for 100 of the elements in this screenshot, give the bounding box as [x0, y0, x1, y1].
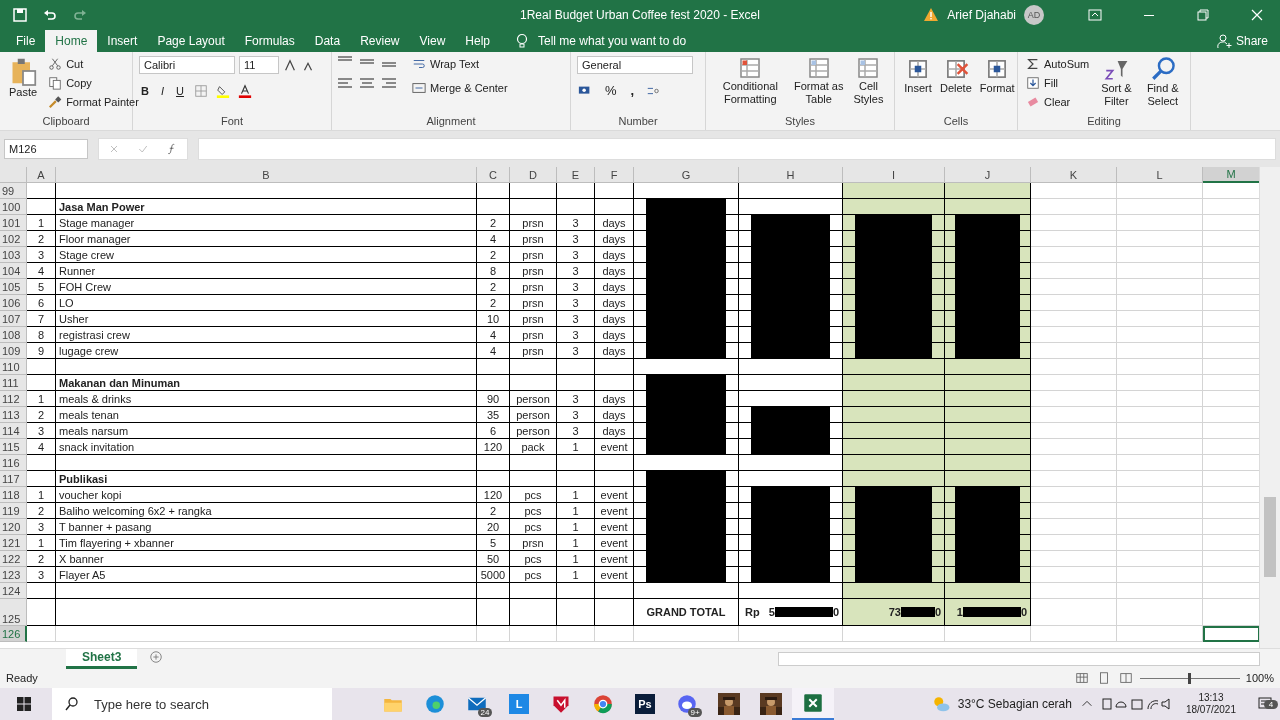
zoom-thumb[interactable] — [1188, 672, 1192, 684]
row-header[interactable]: 126 — [0, 626, 27, 642]
row-header[interactable]: 118 — [0, 487, 27, 503]
column-header[interactable]: A — [27, 167, 56, 183]
column-header[interactable]: D — [510, 167, 557, 183]
ribbon-tab[interactable]: View — [409, 30, 456, 52]
row-header[interactable]: 124 — [0, 583, 27, 599]
wrap-text-button[interactable]: Wrap Text — [410, 56, 510, 72]
row-header[interactable]: 120 — [0, 519, 27, 535]
vertical-scrollbar[interactable] — [1259, 167, 1280, 648]
table-cell: 1 — [557, 487, 595, 503]
tell-me-field[interactable]: Tell me what you want to do — [538, 34, 687, 48]
ribbon-tab[interactable]: File — [6, 30, 46, 52]
copy-button[interactable]: Copy — [46, 75, 141, 91]
ribbon-tab[interactable]: Help — [455, 30, 500, 52]
ribbon-tab[interactable]: Page Layout — [147, 30, 235, 52]
row-header[interactable]: 117 — [0, 471, 27, 487]
column-header[interactable]: I — [843, 167, 945, 183]
styles-button[interactable]: Format as Table — [790, 56, 847, 114]
cut-button[interactable]: Cut — [46, 56, 141, 72]
row-header[interactable]: 101 — [0, 215, 27, 231]
table-cell: 90 — [477, 391, 510, 407]
row-header[interactable]: 108 — [0, 327, 27, 343]
formula-field[interactable] — [198, 138, 1276, 160]
percent-button[interactable]: % — [603, 82, 619, 99]
taskbar-app-button[interactable]: 9+ — [666, 688, 708, 720]
row-header[interactable]: 110 — [0, 359, 27, 375]
share-button[interactable]: Share — [1215, 30, 1268, 52]
row-header[interactable]: 123 — [0, 567, 27, 583]
clear-button[interactable]: Clear — [1024, 94, 1092, 110]
column-header[interactable]: G — [634, 167, 739, 183]
row-header[interactable]: 105 — [0, 279, 27, 295]
row-header[interactable]: 106 — [0, 295, 27, 311]
number-format-field[interactable]: General — [577, 56, 693, 74]
taskbar-app-button[interactable]: Ps — [624, 688, 666, 720]
row-header[interactable]: 104 — [0, 263, 27, 279]
underline-button[interactable]: U — [174, 84, 186, 98]
font-color-icon — [237, 84, 252, 98]
font-family-field[interactable]: Calibri — [139, 56, 235, 74]
column-header[interactable]: L — [1117, 167, 1203, 183]
row-header[interactable]: 102 — [0, 231, 27, 247]
font-size-field[interactable]: 11 — [239, 56, 279, 74]
column-header[interactable]: C — [477, 167, 510, 183]
row-header[interactable]: 114 — [0, 423, 27, 439]
comma-button[interactable]: , — [628, 82, 637, 99]
paste-button[interactable]: Paste — [6, 56, 41, 114]
styles-button[interactable]: Cell Styles — [848, 56, 888, 114]
select-all-corner[interactable] — [0, 167, 27, 183]
name-box[interactable]: M126 — [4, 139, 88, 159]
find-select-button[interactable]: Find & Select — [1141, 56, 1184, 114]
row-header[interactable]: 115 — [0, 439, 27, 455]
selected-cell[interactable] — [1203, 626, 1259, 642]
search-button[interactable] — [52, 688, 92, 720]
row-header[interactable]: 119 — [0, 503, 27, 519]
status-text: Ready — [6, 672, 38, 684]
cells-button[interactable]: Format — [976, 56, 1018, 114]
cells-button[interactable]: Insert — [901, 56, 935, 114]
table-cell: 3 — [27, 247, 56, 263]
column-header[interactable]: H — [739, 167, 843, 183]
taskbar-app-button[interactable]: L — [498, 688, 540, 720]
fill-button[interactable]: Fill — [1024, 75, 1092, 91]
autosum-button[interactable]: AutoSum — [1024, 56, 1092, 72]
ribbon-tab[interactable]: Formulas — [234, 30, 305, 52]
ribbon-tab[interactable]: Insert — [97, 30, 148, 52]
row-header[interactable]: 99 — [0, 183, 27, 199]
row-header[interactable]: 125 — [0, 599, 27, 626]
styles-button[interactable]: Conditional Formatting — [712, 56, 789, 114]
sort-filter-button[interactable]: Sort & Filter — [1097, 56, 1136, 114]
row-header[interactable]: 107 — [0, 311, 27, 327]
merge-center-button[interactable]: Merge & Center — [410, 80, 510, 96]
row-header[interactable]: 113 — [0, 407, 27, 423]
row-header[interactable]: 121 — [0, 535, 27, 551]
taskbar-search-field[interactable]: Type here to search — [92, 688, 332, 720]
row-header[interactable]: 116 — [0, 455, 27, 471]
row-header[interactable]: 109 — [0, 343, 27, 359]
row-header[interactable]: 112 — [0, 391, 27, 407]
sheet-tab[interactable]: Sheet3 — [66, 648, 138, 669]
column-header[interactable]: K — [1031, 167, 1117, 183]
cells-button[interactable]: Delete — [937, 56, 975, 114]
row-header[interactable]: 100 — [0, 199, 27, 215]
column-header[interactable]: M — [1203, 167, 1259, 183]
row-header[interactable]: 122 — [0, 551, 27, 567]
column-header[interactable]: B — [56, 167, 477, 183]
table-cell: 2 — [27, 407, 56, 423]
column-header[interactable]: E — [557, 167, 595, 183]
notification-button[interactable]: 4 — [1250, 696, 1280, 712]
format-painter-button[interactable]: Format Painter — [46, 94, 141, 110]
ribbon-tab[interactable]: Home — [45, 30, 98, 52]
italic-button[interactable]: I — [158, 84, 166, 98]
table-cell — [510, 183, 557, 199]
taskbar-app-button[interactable]: 24 — [456, 688, 498, 720]
user-avatar[interactable]: AD — [1024, 5, 1044, 25]
bold-button[interactable]: B — [139, 84, 151, 98]
row-header[interactable]: 111 — [0, 375, 27, 391]
ribbon-tab[interactable]: Review — [350, 30, 410, 52]
horizontal-scrollbar[interactable] — [778, 651, 1260, 666]
row-header[interactable]: 103 — [0, 247, 27, 263]
ribbon-tab[interactable]: Data — [304, 30, 351, 52]
column-header[interactable]: J — [945, 167, 1031, 183]
column-header[interactable]: F — [595, 167, 634, 183]
